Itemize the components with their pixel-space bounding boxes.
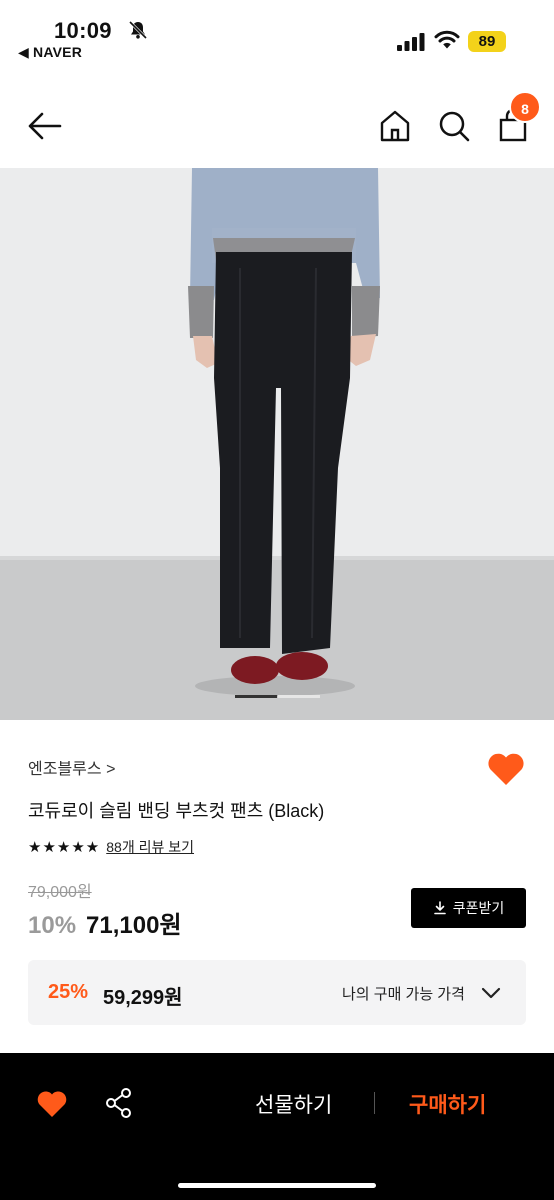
battery-icon: 89 [468, 31, 506, 52]
heart-icon[interactable] [36, 1089, 68, 1119]
my-price-dropdown[interactable]: 25% 59,299원 나의 구매 가능 가격 [28, 960, 526, 1025]
bell-muted-icon [128, 20, 148, 40]
chevron-right-icon: > [106, 761, 116, 778]
brand-link[interactable]: 엔조블루스 > [28, 755, 115, 779]
search-icon[interactable] [437, 108, 471, 144]
status-bar: 10:09 ◀ NAVER 89 [0, 0, 554, 70]
brand-name: 엔조블루스 [28, 761, 102, 778]
star-rating-icon: ★★★★★ [28, 839, 101, 856]
product-title: 코듀로이 슬림 밴딩 부츠컷 팬츠 (Black) [28, 801, 325, 821]
divider [374, 1092, 375, 1114]
price-row: 10% 71,100원 [28, 905, 182, 940]
bottom-action-bar: 선물하기 구매하기 [0, 1053, 554, 1200]
home-icon[interactable] [378, 108, 412, 144]
review-link[interactable]: 88개 리뷰 보기 [106, 837, 194, 857]
wifi-icon [434, 30, 460, 49]
share-icon[interactable] [104, 1087, 134, 1119]
heart-icon[interactable] [486, 751, 526, 787]
original-price: 79,000원 [28, 884, 92, 901]
image-pager [235, 695, 320, 698]
back-to-naver-link[interactable]: ◀ NAVER [18, 44, 82, 61]
pager-indicator [278, 695, 320, 698]
status-time: 10:09 [54, 18, 112, 43]
benefit-discount-rate: 25% [48, 981, 89, 1003]
discount-rate: 10% [28, 912, 77, 939]
gift-button[interactable]: 선물하기 [255, 1089, 332, 1119]
chevron-down-icon [481, 987, 501, 999]
app-header [0, 88, 554, 166]
benefit-label: 나의 구매 가능 가격 [342, 986, 465, 1003]
signal-icon [397, 33, 425, 51]
coupon-button-label: 쿠폰받기 [452, 900, 505, 916]
cart-count-badge: 8 [509, 91, 541, 123]
home-indicator[interactable] [178, 1183, 376, 1188]
pager-indicator-active [235, 695, 277, 698]
coupon-button[interactable]: 쿠폰받기 [411, 888, 526, 928]
rating-row: ★★★★★ 88개 리뷰 보기 [28, 837, 194, 857]
benefit-price: 59,299원 [103, 987, 183, 1009]
product-photo [0, 168, 554, 720]
product-image[interactable] [0, 168, 554, 720]
back-arrow-icon[interactable] [26, 108, 64, 144]
download-icon [433, 901, 446, 915]
sale-price: 71,100원 [86, 912, 182, 939]
buy-button[interactable]: 구매하기 [409, 1089, 486, 1119]
